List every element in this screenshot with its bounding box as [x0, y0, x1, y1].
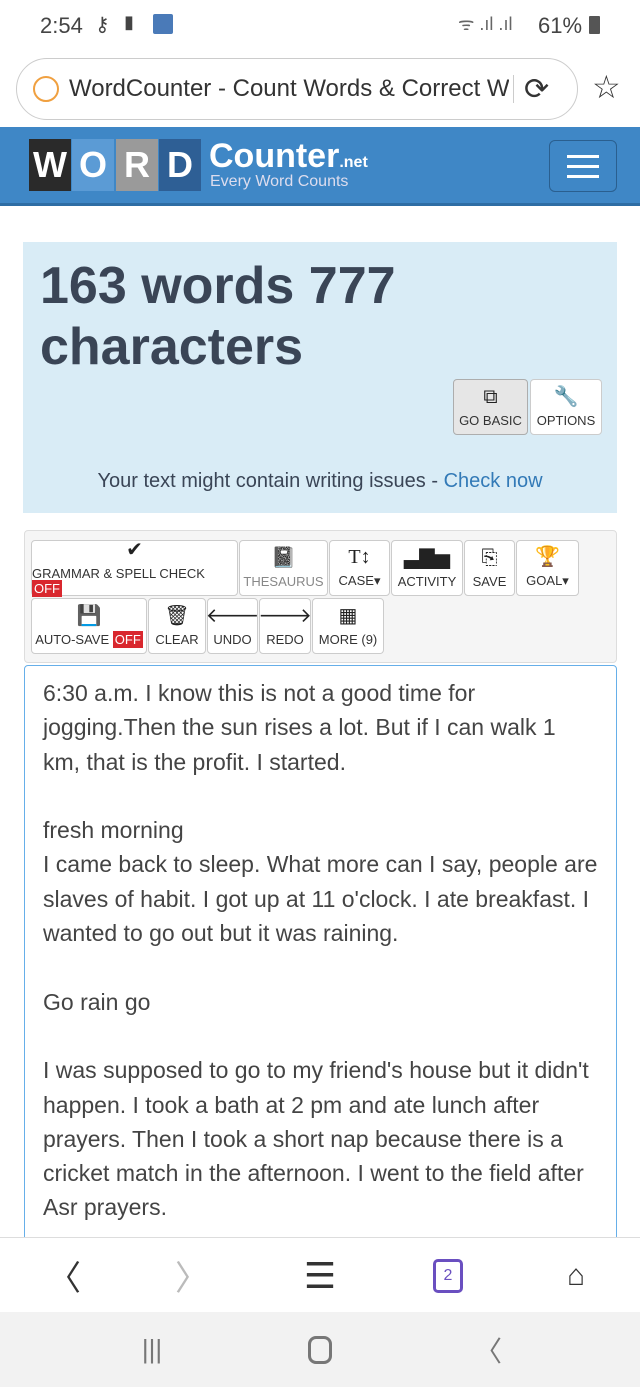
menu-icon[interactable]: ☰	[290, 1238, 350, 1313]
site-header: W O R D Counter.net Every Word Counts	[0, 127, 640, 206]
tagline: Every Word Counts	[210, 173, 349, 190]
battery-level: 61%	[538, 13, 583, 38]
signal-icon: ᯤ .ıl .ıl	[458, 14, 513, 34]
address-bar[interactable]: WordCounter - Count Words & Correct W ⟳	[16, 58, 578, 120]
arrow-left-icon: 🡐	[205, 604, 260, 627]
external-link-icon: ⧉	[483, 385, 498, 408]
redo-button[interactable]: 🡒 REDO	[258, 598, 312, 654]
vibrate-icon: ▮	[124, 12, 134, 32]
system-back-icon[interactable]: 〈	[458, 1312, 518, 1387]
browser-bottom-nav: 〈 〉 ☰ 2 ⌂	[0, 1237, 640, 1312]
grid-icon: ▦	[338, 604, 358, 627]
save-button[interactable]: ⎘ SAVE	[464, 540, 515, 596]
text-case-icon: T↕	[348, 546, 371, 568]
bar-chart-icon: ▃▇▅	[403, 546, 451, 569]
home-icon[interactable]: ⌂	[546, 1238, 606, 1313]
hamburger-menu-button[interactable]	[549, 140, 617, 192]
file-download-icon: ⎘	[481, 546, 498, 569]
status-bar: 2:54 ⚷ ▮ ᯤ .ıl .ıl 61%	[0, 0, 640, 52]
thesaurus-button[interactable]: 📓 THESAURUS	[239, 540, 328, 596]
editor-toolbar: ✔ GRAMMAR & SPELL CHECK OFF 📓 THESAURUS T↕…	[24, 530, 617, 663]
text-editor[interactable]: 6:30 a.m. I know this is not a good time…	[24, 665, 617, 1245]
undo-button[interactable]: 🡐 UNDO	[205, 598, 260, 654]
site-icon	[33, 76, 59, 102]
grammar-check-button[interactable]: ✔ GRAMMAR & SPELL CHECK OFF	[31, 539, 238, 597]
word-character-count: 163 words 777 characters	[40, 257, 396, 376]
home-button[interactable]	[290, 1312, 350, 1387]
bookmark-star-icon[interactable]: ☆	[592, 68, 621, 106]
reload-icon[interactable]: ⟳	[524, 72, 549, 107]
case-button[interactable]: T↕ CASE▾	[329, 540, 390, 596]
clock: 2:54	[40, 13, 83, 38]
autosave-button[interactable]: 💾 AUTO-SAVE OFF	[31, 598, 147, 654]
activity-button[interactable]: ▃▇▅ ACTIVITY	[391, 540, 463, 596]
page-title: WordCounter - Count Words & Correct W	[69, 75, 509, 102]
system-nav-bar: ||| 〈	[0, 1312, 640, 1387]
tabs-button[interactable]: 2	[418, 1238, 478, 1313]
app-notification-icon	[153, 14, 173, 34]
tabs-icon: 2	[433, 1258, 463, 1293]
options-button[interactable]: 🔧 OPTIONS	[530, 379, 602, 435]
clear-button[interactable]: 🗑 CLEAR	[148, 598, 206, 654]
home-circle-icon	[308, 1335, 332, 1364]
trophy-icon: 🏆	[535, 546, 560, 568]
logo-word: Counter.net	[209, 137, 368, 175]
key-icon: ⚷	[95, 14, 110, 36]
back-icon[interactable]: 〈	[34, 1238, 94, 1313]
arrow-right-icon: 🡒	[258, 604, 312, 627]
wrench-icon: 🔧	[553, 385, 579, 408]
count-panel: 163 words 777 characters ⧉ GO BASIC 🔧 OPTI…	[23, 242, 617, 513]
trash-icon: 🗑	[164, 604, 190, 627]
go-basic-button[interactable]: ⧉ GO BASIC	[453, 379, 528, 435]
battery-icon	[589, 16, 600, 34]
goal-button[interactable]: 🏆 GOAL▾	[516, 540, 579, 596]
more-button[interactable]: ▦ MORE (9)	[312, 598, 384, 654]
forward-icon[interactable]: 〉	[162, 1238, 222, 1313]
floppy-disk-icon: 💾	[76, 604, 102, 627]
recent-apps-icon[interactable]: |||	[122, 1312, 182, 1387]
book-icon: 📓	[271, 546, 296, 569]
check-now-link[interactable]: Check now	[444, 470, 543, 492]
check-icon: ✔	[126, 539, 143, 561]
writing-issues-notice: Your text might contain writing issues -…	[97, 470, 543, 492]
